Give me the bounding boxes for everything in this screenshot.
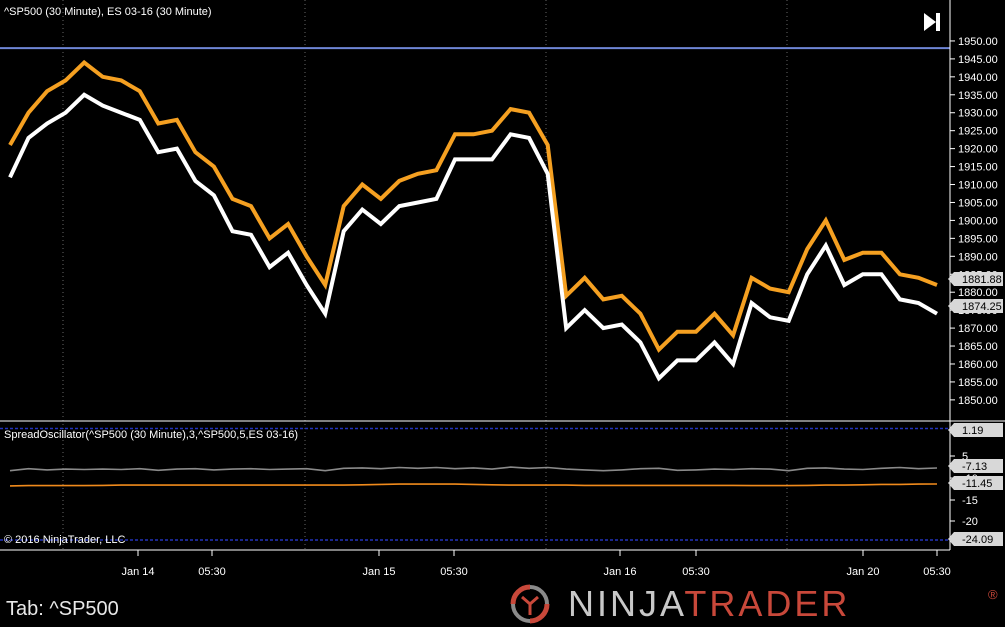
ninjatrader-logo-icon: [510, 584, 550, 624]
price-tick-label: 1895.00: [958, 233, 998, 245]
price-panel-title: ^SP500 (30 Minute), ES 03-16 (30 Minute): [4, 6, 212, 18]
price-tick-label: 1905.00: [958, 197, 998, 209]
price-tick-label: 1870.00: [958, 323, 998, 335]
chart-canvas: 1850.001855.001860.001865.001870.001875.…: [0, 0, 1005, 578]
osc-orange-line: [9, 483, 938, 487]
copyright-text: © 2016 NinjaTrader, LLC: [4, 534, 125, 546]
scroll-to-end-button[interactable]: [920, 10, 944, 34]
es-03-16-line: [8, 59, 938, 353]
es-last-badge: 1881.88: [948, 272, 1003, 286]
price-tick-label: 1910.00: [958, 180, 998, 192]
price-tick-label: 1930.00: [958, 108, 998, 120]
osc-bottom-badge: -24.09: [948, 532, 1003, 546]
price-tick-label: 1860.00: [958, 359, 998, 371]
logo-wordmark: NINJATRADER: [568, 583, 851, 624]
osc-gray-badge: -7.13: [948, 459, 1003, 473]
sp500-line: [8, 92, 939, 382]
tab-label[interactable]: Tab: ^SP500: [6, 598, 119, 621]
price-tick-label: 1850.00: [958, 395, 998, 407]
svg-text:1874.25: 1874.25: [962, 301, 1002, 313]
price-axis: 1850.001855.001860.001865.001870.001875.…: [949, 0, 998, 421]
scroll-end-icon: [924, 13, 940, 31]
price-tick-label: 1855.00: [958, 377, 998, 389]
price-panel[interactable]: 1850.001855.001860.001865.001870.001875.…: [0, 0, 1003, 421]
price-tick-label: 1865.00: [958, 341, 998, 353]
oscillator-series: [9, 466, 938, 487]
sp-last-badge: 1874.25: [948, 299, 1003, 313]
price-tick-label: 1915.00: [958, 162, 998, 174]
registered-mark: ®: [988, 587, 998, 602]
price-tick-label: 1900.00: [958, 215, 998, 227]
oscillator-panel[interactable]: 5-10-15-20 SpreadOscillator(^SP500 (30 M…: [0, 421, 1003, 550]
svg-text:-7.13: -7.13: [962, 461, 987, 473]
price-tick-label: 1920.00: [958, 144, 998, 156]
osc-orange-badge: -11.45: [948, 476, 1003, 490]
osc-tick-label: -20: [962, 516, 978, 528]
time-axis[interactable]: Jan 14 05:30 Jan 15 05:30 Jan 16 05:30 Jan 20 0…: [0, 549, 951, 578]
price-series: [8, 59, 939, 382]
price-tick-label: 1925.00: [958, 126, 998, 138]
svg-text:-11.45: -11.45: [962, 478, 992, 490]
osc-gray-line: [9, 466, 938, 472]
osc-tick-label: -15: [962, 495, 978, 507]
price-tick-label: 1935.00: [958, 90, 998, 102]
osc-top-badge: 1.19: [948, 423, 1003, 437]
svg-text:1.19: 1.19: [962, 425, 983, 437]
ninjatrader-logo: NINJATRADER ®: [500, 583, 1000, 624]
price-tick-label: 1945.00: [958, 54, 998, 66]
svg-text:-24.09: -24.09: [962, 534, 993, 546]
price-tick-label: 1890.00: [958, 251, 998, 263]
price-tick-label: 1940.00: [958, 72, 998, 84]
svg-text:1881.88: 1881.88: [962, 274, 1002, 286]
price-tick-label: 1880.00: [958, 287, 998, 299]
oscillator-panel-title: SpreadOscillator(^SP500 (30 Minute),3,^S…: [4, 429, 298, 441]
price-tick-label: 1950.00: [958, 36, 998, 48]
